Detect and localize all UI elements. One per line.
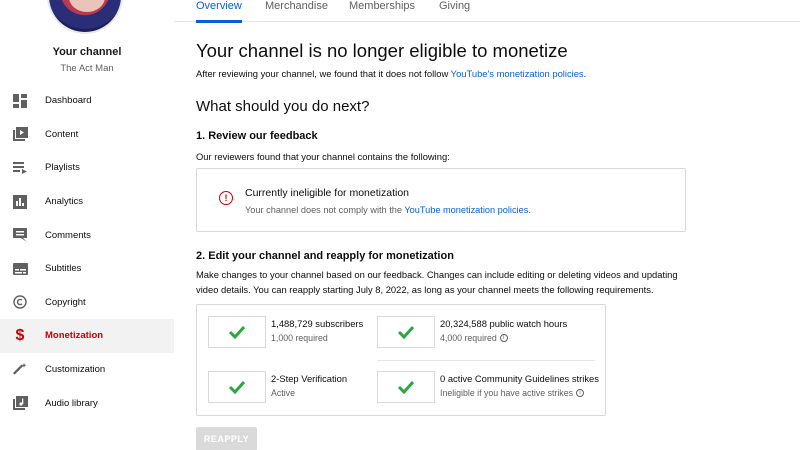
sidebar-item-analytics[interactable]: Analytics <box>0 185 174 219</box>
requirement-subtitle-text: 1,000 required <box>271 333 328 343</box>
audio-library-icon <box>12 395 28 411</box>
comments-icon <box>12 227 28 243</box>
monetization-policies-link[interactable]: YouTube's monetization policies <box>451 68 584 79</box>
step2-text: Make changes to your channel based on ou… <box>196 269 678 295</box>
page-title: Your channel is no longer eligible to mo… <box>196 40 568 61</box>
sidebar-item-label: Content <box>45 128 79 140</box>
info-icon[interactable]: i <box>576 389 584 397</box>
tab-overview[interactable]: Overview <box>196 0 242 23</box>
sidebar-item-label: Copyright <box>45 296 86 308</box>
check-icon <box>377 371 435 403</box>
step2-title: 2. Edit your channel and reapply for mon… <box>196 250 454 262</box>
requirement-subtitle-text: Ineligible if you have active strikes <box>440 388 573 398</box>
playlists-icon <box>12 160 28 176</box>
info-icon[interactable]: i <box>499 334 508 342</box>
sidebar-item-label: Customization <box>45 364 106 376</box>
requirement-title: 20,324,588 public watch hours <box>440 318 568 329</box>
tab-bar: Overview Merchandise Memberships Giving <box>174 0 800 23</box>
sidebar-item-label: Playlists <box>45 162 80 174</box>
copyright-icon <box>12 294 28 310</box>
magic-wand-icon <box>12 362 28 378</box>
sidebar-item-dashboard[interactable]: Dashboard <box>0 84 174 118</box>
analytics-icon <box>12 194 28 210</box>
intro-text-end: . <box>583 68 587 79</box>
sidebar-item-label: Monetization <box>45 330 104 342</box>
dashboard-icon <box>12 93 28 109</box>
check-icon <box>208 316 266 348</box>
step1-text: Our reviewers found that your channel co… <box>196 151 450 162</box>
reapply-button[interactable]: REAPPLY <box>196 427 257 450</box>
subtitles-icon <box>12 261 28 277</box>
requirement-subtitle: Active <box>271 388 295 398</box>
tab-memberships[interactable]: Memberships <box>349 0 415 22</box>
requirement-title: 1,488,729 subscribers <box>271 318 364 329</box>
content-icon <box>12 126 28 142</box>
sidebar-item-playlists[interactable]: Playlists <box>0 151 174 185</box>
feedback-text: Your channel does not comply with the <box>245 205 405 215</box>
requirement-title: 0 active Community Guidelines strikes <box>440 373 599 384</box>
check-icon <box>208 371 266 403</box>
requirement-subtitle-text: 4,000 required <box>440 333 497 343</box>
sidebar-item-comments[interactable]: Comments <box>0 218 174 252</box>
channel-avatar[interactable] <box>47 0 123 34</box>
sidebar-item-label: Dashboard <box>45 95 92 107</box>
requirement-subtitle-text: Active <box>271 388 295 398</box>
intro-text-body: After reviewing your channel, we found t… <box>196 68 451 79</box>
tab-merchandise[interactable]: Merchandise <box>265 0 328 22</box>
feedback-description: Your channel does not comply with the Yo… <box>245 205 531 215</box>
requirement-title: 2-Step Verification <box>271 373 348 384</box>
sidebar-item-content[interactable]: Content <box>0 118 174 152</box>
warning-icon: ! <box>219 191 233 205</box>
requirement-subtitle: 1,000 required <box>271 333 328 343</box>
sidebar-item-label: Comments <box>45 229 91 241</box>
next-steps-heading: What should you do next? <box>196 98 370 115</box>
feedback-card: ! Currently ineligible for monetization … <box>196 168 686 232</box>
requirement-subtitle: 4,000 required i <box>440 333 508 343</box>
sidebar-item-label: Subtitles <box>45 263 82 275</box>
youtube-monetization-policies-link[interactable]: YouTube monetization policies <box>404 205 528 215</box>
divider <box>377 360 595 361</box>
sidebar-nav: Dashboard Content Playlists Analytics Co… <box>0 84 174 420</box>
sidebar-item-customization[interactable]: Customization <box>0 353 174 387</box>
sidebar: Your channel The Act Man Dashboard Conte… <box>0 0 174 450</box>
feedback-title: Currently ineligible for monetization <box>245 187 409 199</box>
requirements-card: 1,488,729 subscribers 1,000 required 20,… <box>196 304 606 416</box>
sidebar-item-copyright[interactable]: Copyright <box>0 286 174 320</box>
sidebar-item-label: Analytics <box>45 196 84 208</box>
dollar-icon: $ <box>15 326 25 344</box>
channel-title: Your channel <box>52 46 122 58</box>
tab-giving[interactable]: Giving <box>439 0 470 22</box>
sidebar-item-subtitles[interactable]: Subtitles <box>0 252 174 286</box>
check-icon <box>377 316 435 348</box>
feedback-text-end: . <box>528 205 531 215</box>
channel-name: The Act Man <box>60 63 114 74</box>
step1-title: 1. Review our feedback <box>196 130 318 142</box>
requirement-subtitle: Ineligible if you have active strikes i <box>440 388 584 398</box>
sidebar-item-audio-library[interactable]: Audio library <box>0 386 174 420</box>
intro-text: After reviewing your channel, we found t… <box>196 68 586 79</box>
sidebar-item-label: Audio library <box>45 397 98 409</box>
sidebar-item-monetization[interactable]: $ Monetization <box>0 319 174 353</box>
